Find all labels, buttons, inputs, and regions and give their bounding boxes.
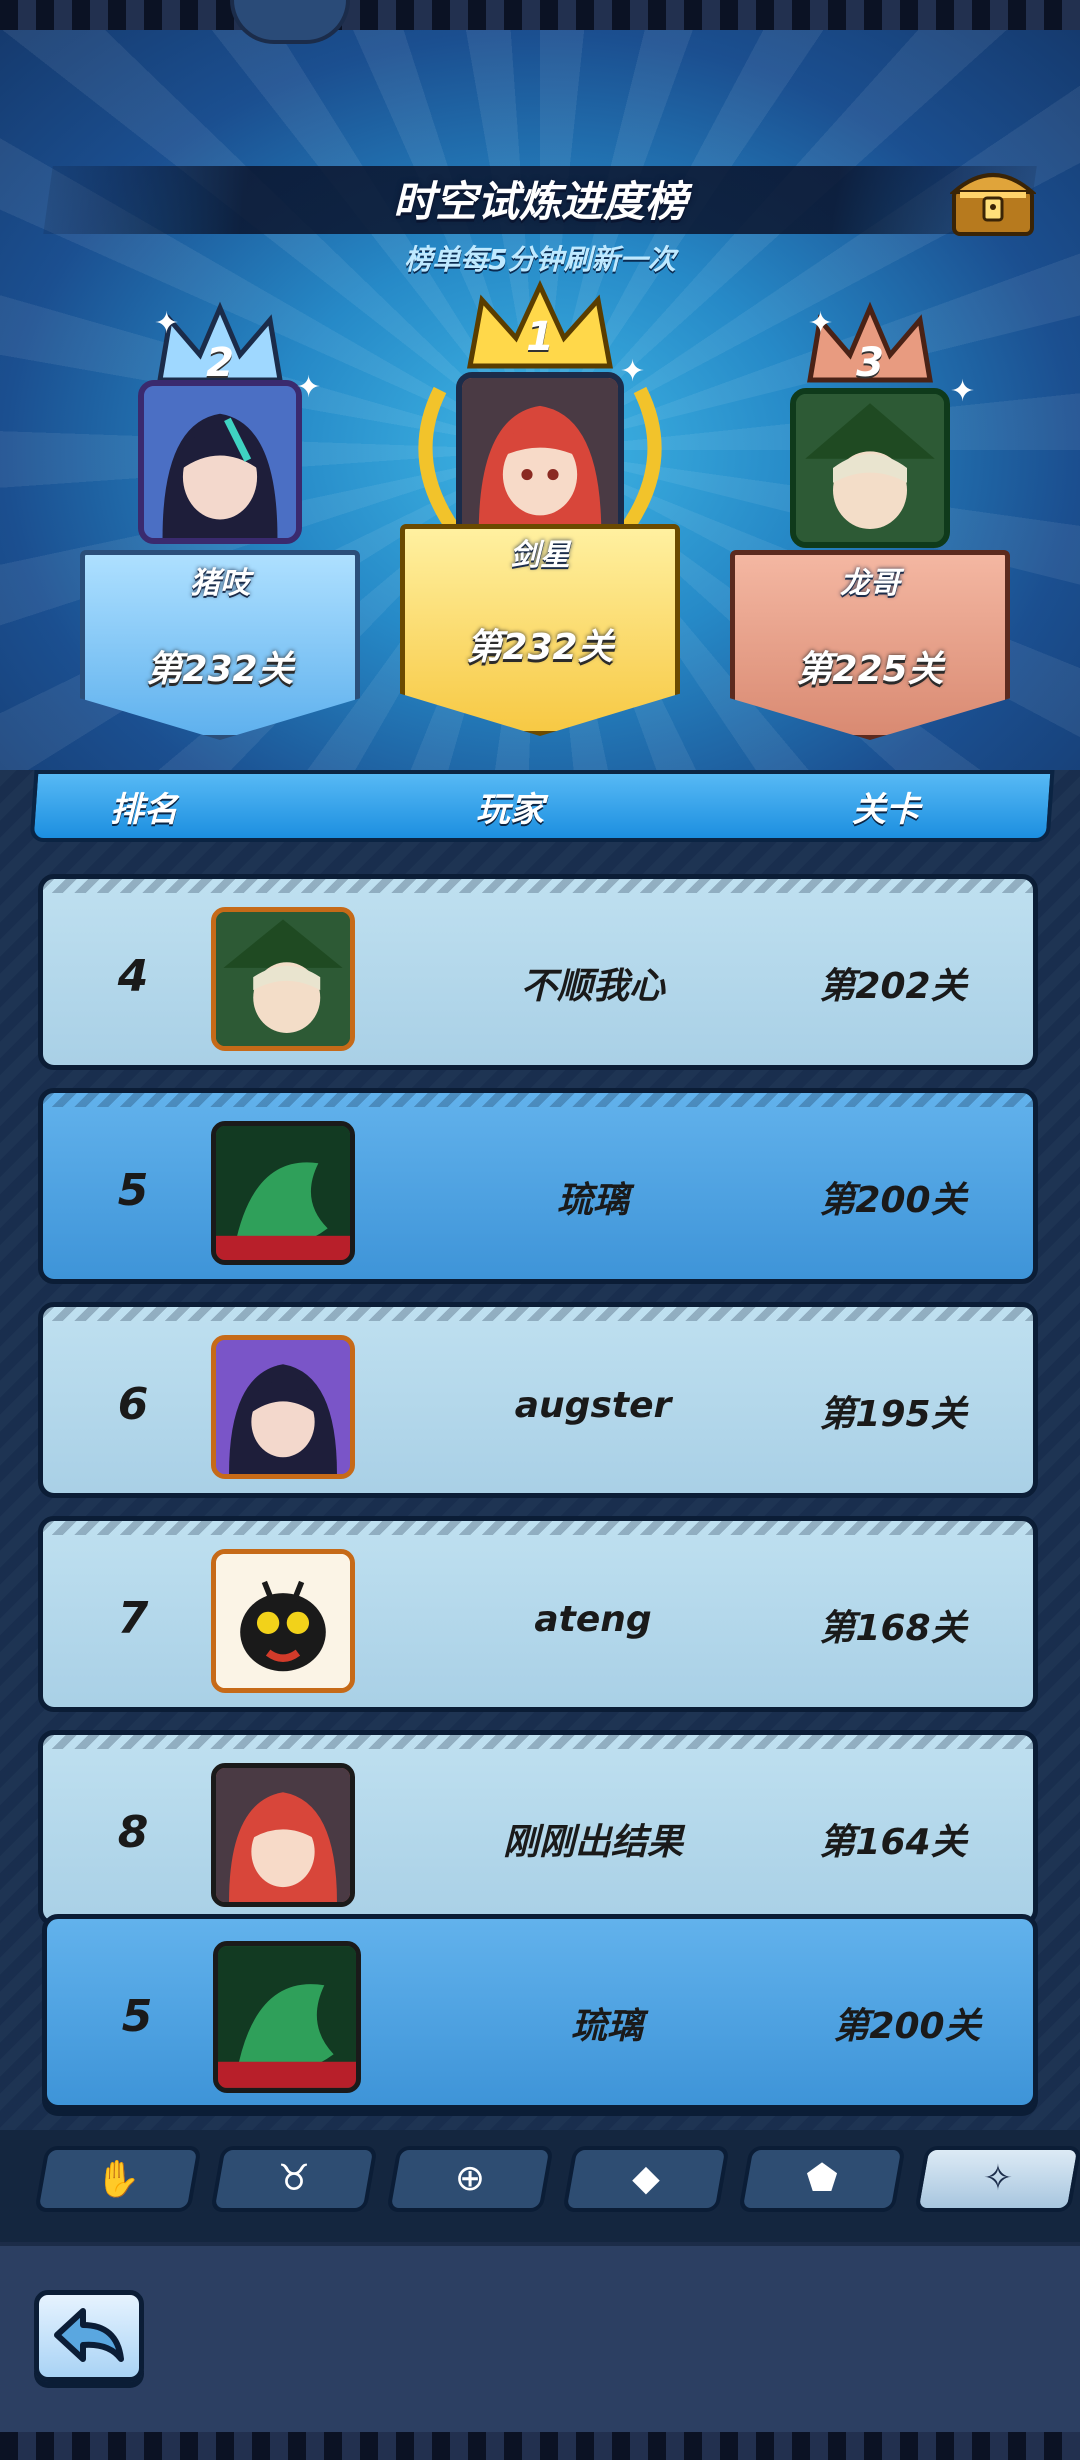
table-row[interactable]: 8 刚刚出结果 第164关	[38, 1730, 1038, 1926]
table-row[interactable]: 6 augster 第195关	[38, 1302, 1038, 1498]
back-button[interactable]	[34, 2290, 144, 2382]
treasure-chest-icon[interactable]	[950, 162, 1036, 238]
green-dragon-avatar	[213, 1941, 361, 2093]
row-stage: 第164关	[819, 1822, 967, 1863]
podium-first[interactable]: 1 剑星 第232关	[400, 280, 680, 760]
hand-icon: ✋	[95, 2159, 141, 2200]
page-title: 时空试炼进度榜	[392, 177, 687, 226]
sparkle-icon: ✦	[620, 354, 646, 389]
black-bug-avatar	[211, 1549, 355, 1693]
avatar	[790, 388, 950, 548]
sparkle-icon: ✦	[808, 306, 834, 341]
podium-stage: 第225关	[796, 649, 944, 690]
table-row[interactable]: 5 琉璃 第200关	[38, 1088, 1038, 1284]
podium-name: 龙哥	[840, 566, 900, 601]
my-rank-row[interactable]: 5 琉璃 第200关	[42, 1914, 1038, 2110]
row-rank: 5	[117, 1165, 149, 1216]
podium-stage: 第232关	[466, 627, 614, 668]
column-rank: 排名	[110, 790, 178, 830]
purple-hair-girl-avatar	[211, 1335, 355, 1479]
crystal-icon: ◆	[632, 2158, 660, 2199]
row-player: ateng	[534, 1599, 652, 1640]
podium-name: 剑星	[510, 538, 570, 573]
table-row[interactable]: 4 不顺我心 第202关	[38, 874, 1038, 1070]
row-rank: 6	[117, 1379, 149, 1430]
horns-icon: ♉	[277, 2158, 311, 2199]
refresh-note: 榜单每5分钟刷新一次	[404, 243, 676, 276]
top-border	[0, 0, 1080, 30]
red-hair-girl-avatar	[211, 1763, 355, 1907]
my-stage: 第200关	[833, 2006, 981, 2047]
my-player: 琉璃	[570, 2006, 643, 2047]
bottom-border	[0, 2432, 1080, 2460]
row-stage: 第168关	[819, 1608, 967, 1649]
row-player: 不顺我心	[520, 966, 665, 1007]
column-stage: 关卡	[852, 790, 920, 830]
podium-second[interactable]: 2 猪吱 第232关	[80, 300, 360, 760]
row-player: 刚刚出结果	[502, 1822, 683, 1863]
sparkle-icon: ✦	[296, 370, 322, 405]
sparkle-icon: ✦	[154, 306, 180, 341]
bottom-panel	[0, 2242, 1080, 2432]
row-player: augster	[514, 1385, 672, 1426]
row-rank: 8	[117, 1807, 149, 1858]
avatar	[138, 380, 302, 544]
sparkle-icon: ✧	[982, 2158, 1014, 2199]
my-rank: 5	[121, 1991, 153, 2042]
podium-third[interactable]: 3 龙哥 第225关	[730, 300, 1010, 760]
table-row[interactable]: 7 ateng 第168关	[38, 1516, 1038, 1712]
row-rank: 4	[117, 951, 149, 1002]
row-stage: 第195关	[819, 1394, 967, 1435]
avatar	[456, 372, 624, 540]
green-dragon-avatar	[211, 1121, 355, 1265]
row-stage: 第200关	[819, 1180, 967, 1221]
row-player: 琉璃	[556, 1180, 629, 1221]
back-arrow-icon	[54, 2308, 124, 2362]
shield-icon: ⊕	[454, 2158, 486, 2199]
row-stage: 第202关	[819, 966, 967, 1007]
row-rank: 7	[117, 1593, 149, 1644]
column-player: 玩家	[476, 790, 544, 830]
gem-icon: ⬟	[806, 2158, 838, 2199]
sparkle-icon: ✦	[950, 374, 976, 409]
green-hood-elf-avatar	[211, 907, 355, 1051]
podium-name: 猪吱	[190, 566, 250, 601]
podium-stage: 第232关	[146, 649, 294, 690]
